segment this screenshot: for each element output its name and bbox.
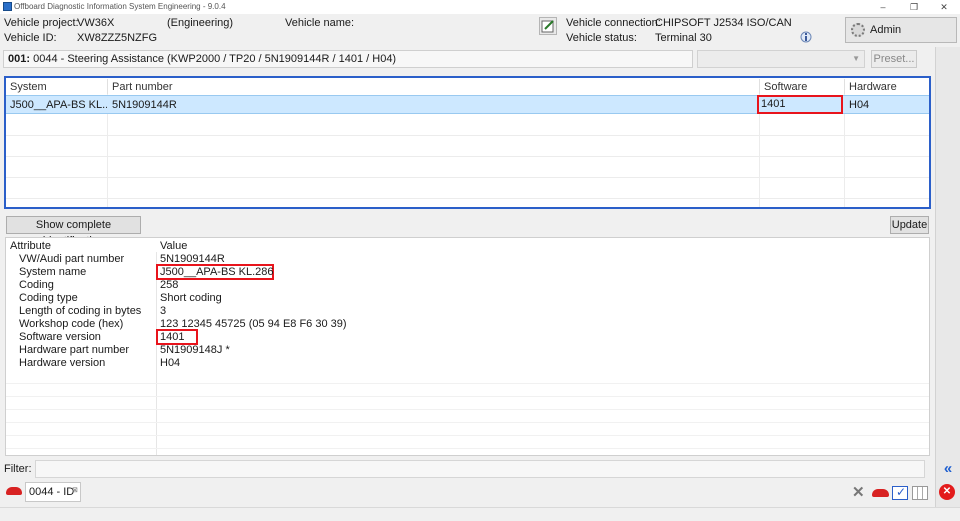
edit-icon	[541, 20, 554, 33]
gear-icon	[851, 23, 865, 37]
row-divider	[6, 422, 929, 423]
close-window-button[interactable]: ✕	[937, 1, 951, 13]
column-header-part-number[interactable]: Part number	[108, 79, 760, 95]
attribute-value: 5N1909148J *	[160, 344, 230, 356]
title-bar: Offboard Diagnostic Information System E…	[0, 0, 960, 14]
vehicle-id-label: Vehicle ID:	[4, 32, 57, 44]
tab-bar: 0044 - ID ⊠ ✕ ✓	[0, 480, 935, 504]
table-icon[interactable]	[912, 486, 928, 500]
vehicle-header: Vehicle project: VW36X (Engineering) Veh…	[0, 14, 960, 47]
ecu-description: 0044 - Steering Assistance (KWP2000 / TP…	[30, 53, 397, 65]
vehicle-project-value: VW36X	[77, 17, 115, 29]
show-complete-identification-button[interactable]: Show complete identification	[6, 216, 141, 247]
attribute-name: System name	[19, 266, 87, 278]
restore-button[interactable]: ❐	[907, 1, 921, 13]
cell-hardware-version: H04	[849, 99, 870, 111]
attribute-panel: Attribute Value VW/Audi part number 5N19…	[5, 237, 930, 456]
attribute-value: H04	[160, 357, 181, 369]
column-header-software-version[interactable]: Software version	[760, 79, 845, 109]
vehicle-project-label: Vehicle project:	[4, 17, 79, 29]
edit-vehicle-button[interactable]	[539, 17, 557, 35]
attribute-value: 1401	[156, 329, 198, 345]
mode-label: (Engineering)	[167, 17, 234, 29]
vehicle-connection-label: Vehicle connection:	[566, 17, 661, 29]
attribute-name: VW/Audi part number	[19, 253, 125, 265]
vehicle-name-label: Vehicle name:	[285, 17, 355, 29]
vehicle-status-value: Terminal 30	[655, 32, 712, 44]
update-button[interactable]: Update	[890, 216, 929, 234]
row-divider	[6, 198, 929, 199]
value-column-header[interactable]: Value	[160, 240, 187, 253]
column-header-system-identification[interactable]: System identification	[6, 79, 108, 109]
identification-table: System identification Part number Softwa…	[4, 76, 931, 209]
row-divider	[6, 435, 929, 436]
info-icon[interactable]	[800, 31, 812, 43]
attribute-name: Hardware part number	[19, 344, 130, 356]
cell-software-version: 1401	[757, 95, 843, 114]
app-icon	[3, 2, 12, 11]
minimize-button[interactable]: –	[876, 1, 890, 13]
back-arrow-icon[interactable]: «	[940, 461, 956, 477]
delete-icon[interactable]: ✕	[852, 485, 868, 500]
tab-close-icon[interactable]: ⊠	[72, 486, 78, 494]
filter-input[interactable]	[35, 460, 925, 478]
preset-button[interactable]: Preset...	[871, 50, 917, 68]
column-divider	[156, 252, 157, 455]
attribute-name: Coding	[19, 279, 54, 291]
cell-system-identification: J500__APA-BS KL....	[10, 99, 107, 111]
attribute-name: Length of coding in bytes	[19, 305, 142, 317]
cell-part-number: 5N1909144R	[112, 99, 177, 111]
ecu-title: 001: 0044 - Steering Assistance (KWP2000…	[3, 50, 693, 68]
attribute-value: 3	[160, 305, 167, 317]
admin-label: Admin	[870, 24, 902, 36]
attribute-column-header[interactable]: Attribute	[10, 240, 51, 253]
row-divider	[6, 383, 929, 384]
attribute-name: Software version	[19, 331, 101, 343]
filter-label: Filter:	[4, 463, 32, 475]
row-divider	[6, 156, 929, 157]
column-header-hardware-version[interactable]: Hardware version	[845, 79, 929, 109]
admin-button[interactable]: Admin	[845, 17, 957, 43]
table-row[interactable]: J500__APA-BS KL.... 5N1909144R 1401 H04	[6, 95, 929, 114]
attribute-value: Short coding	[160, 292, 222, 304]
row-divider	[6, 396, 929, 397]
chevron-down-icon: ▼	[852, 54, 860, 63]
main-panel: 001: 0044 - Steering Assistance (KWP2000…	[0, 47, 935, 507]
close-session-icon[interactable]: ✕	[939, 484, 955, 500]
vehicle-id-value: XW8ZZZ5NZFG	[77, 32, 158, 44]
attribute-value: 258	[160, 279, 179, 291]
attribute-name: Coding type	[19, 292, 78, 304]
ecu-address: 001:	[8, 53, 31, 65]
status-bar	[0, 507, 960, 521]
right-rail	[935, 47, 960, 507]
attribute-name: Hardware version	[19, 357, 106, 369]
preset-select[interactable]: ▼	[697, 50, 865, 68]
row-divider	[6, 177, 929, 178]
vehicle-connection-value: CHIPSOFT J2534 ISO/CAN	[655, 17, 792, 29]
attribute-value: J500__APA-BS KL.286	[156, 264, 274, 280]
row-divider	[6, 448, 929, 449]
checklist-icon[interactable]: ✓	[892, 485, 908, 500]
car-icon[interactable]	[6, 487, 22, 495]
window-title: Offboard Diagnostic Information System E…	[14, 2, 226, 11]
vehicle-status-label: Vehicle status:	[566, 32, 637, 44]
attribute-name: Workshop code (hex)	[19, 318, 124, 330]
row-divider	[6, 135, 929, 136]
tab-label: 0044 - ID	[29, 486, 75, 498]
row-divider	[6, 409, 929, 410]
car-icon[interactable]	[872, 489, 889, 497]
